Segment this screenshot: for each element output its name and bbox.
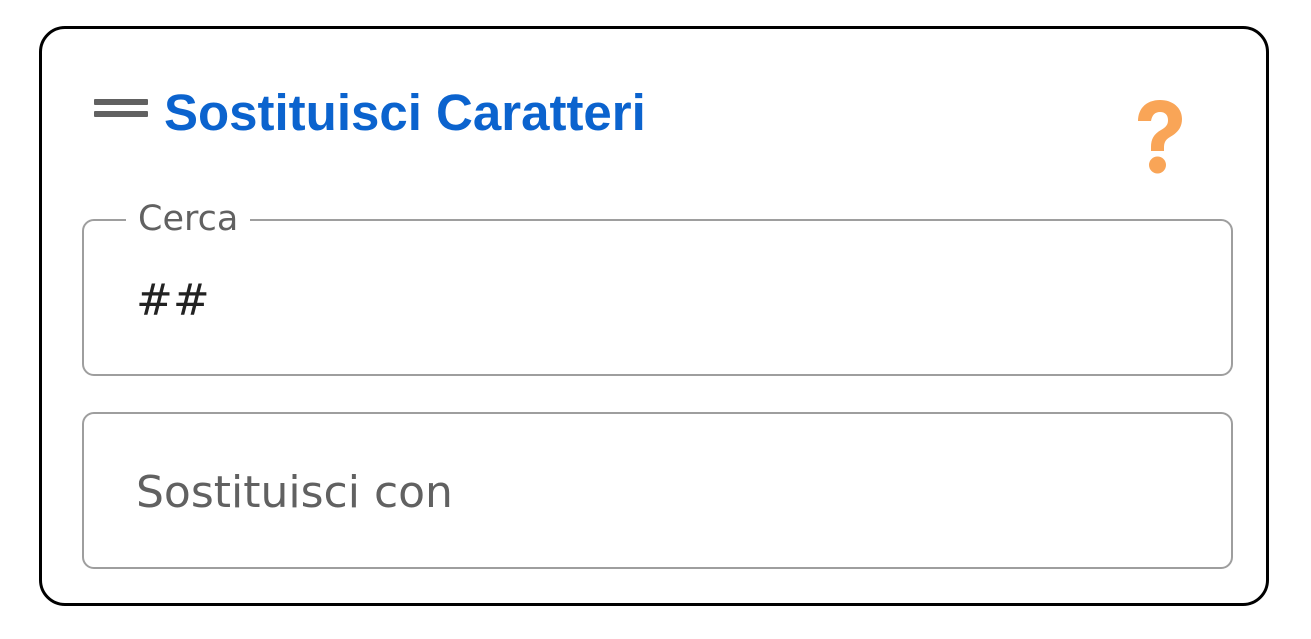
- card-title: Sostituisci Caratteri: [164, 83, 646, 141]
- replace-characters-card: Sostituisci Caratteri Cerca: [39, 26, 1269, 606]
- replace-field[interactable]: [82, 412, 1233, 569]
- question-mark-icon[interactable]: [1130, 97, 1188, 179]
- search-field-label: Cerca: [126, 197, 251, 241]
- search-field[interactable]: Cerca: [82, 197, 1233, 376]
- drag-handle-icon[interactable]: [94, 97, 148, 119]
- card-header: Sostituisci Caratteri: [94, 81, 646, 143]
- replace-input[interactable]: [136, 457, 1201, 527]
- search-input[interactable]: [136, 265, 1201, 335]
